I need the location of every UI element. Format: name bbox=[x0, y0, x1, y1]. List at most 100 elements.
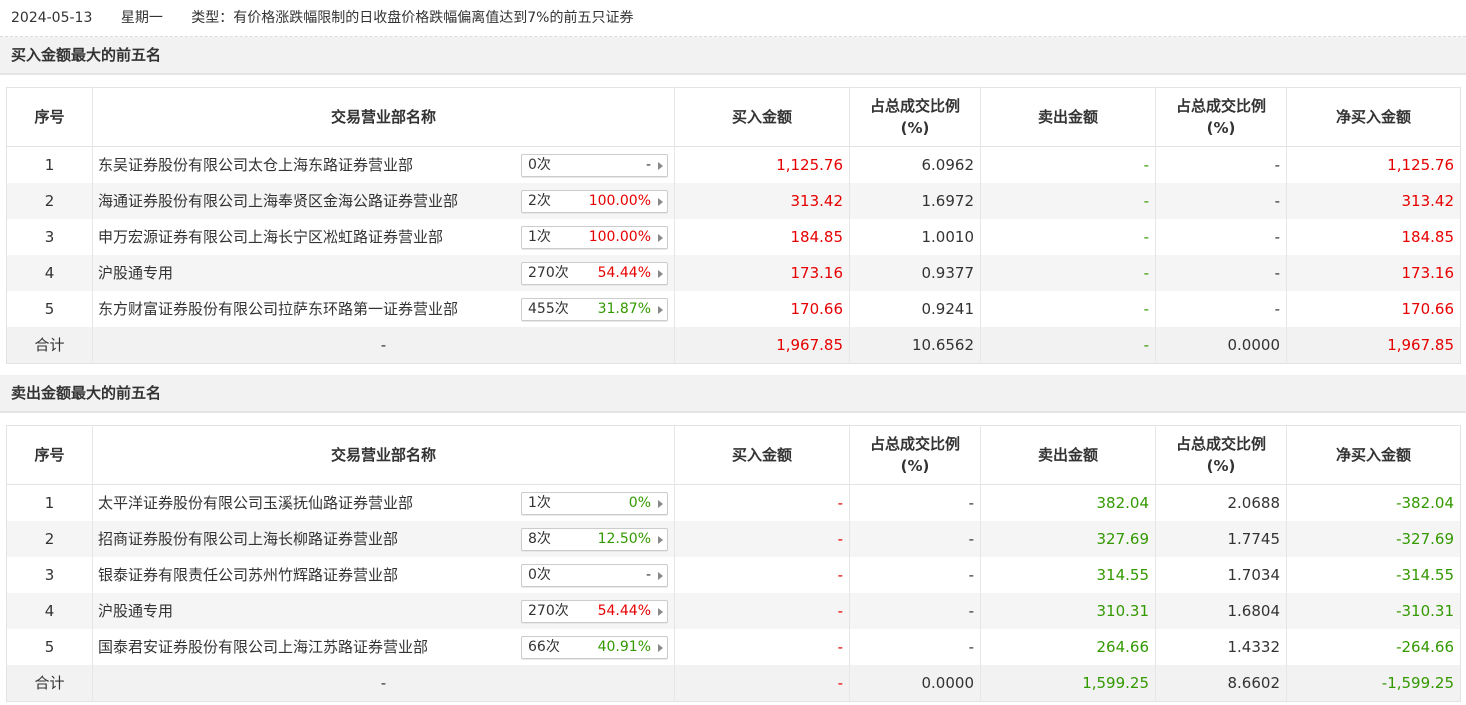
table-row: 4 沪股通专用 270次 54.44% - -310.31 1.6804 -310.31 bbox=[6, 593, 1461, 629]
sell-amount: 310.31 bbox=[980, 593, 1156, 629]
table-header-row: 序号 交易营业部名称 买入金额 占总成交比例 (%) 卖出金额 占总成交比例 (%)… bbox=[6, 425, 1461, 485]
total-buy-ratio: 10.6562 bbox=[849, 327, 981, 363]
listing-count-dropdown[interactable]: 455次 31.87% bbox=[521, 298, 668, 321]
sell-ratio: - bbox=[1155, 183, 1287, 219]
buy-ratio: 0.9377 bbox=[849, 255, 981, 291]
table-row: 5 东方财富证券股份有限公司拉萨东环路第一证券营业部 455次 31.87% 170.6… bbox=[6, 291, 1461, 327]
row-index: 4 bbox=[6, 255, 93, 291]
listing-count-dropdown[interactable]: 8次 12.50% bbox=[521, 528, 668, 551]
total-row: 合计 -1,967.85 10.6562-0.0000 1,967.85 bbox=[6, 327, 1461, 363]
caret-right-icon bbox=[658, 536, 663, 544]
total-name: - bbox=[92, 665, 675, 701]
win-rate: 100.00% bbox=[588, 229, 651, 245]
row-index: 2 bbox=[6, 521, 93, 557]
win-rate: - bbox=[645, 157, 651, 173]
branch-name-link[interactable]: 沪股通专用 bbox=[98, 593, 173, 629]
branch-name-cell: 东吴证券股份有限公司太仓上海东路证券营业部 0次 - bbox=[92, 146, 675, 183]
total-label: 合计 bbox=[6, 665, 93, 701]
branch-name-link[interactable]: 东吴证券股份有限公司太仓上海东路证券营业部 bbox=[98, 147, 413, 183]
col-header-net: 净买入金额 bbox=[1286, 425, 1461, 485]
net-amount: -327.69 bbox=[1396, 530, 1454, 548]
net-amount: -382.04 bbox=[1396, 494, 1454, 512]
branch-name-link[interactable]: 银泰证券有限责任公司苏州竹辉路证券营业部 bbox=[98, 557, 398, 593]
buy-amount: 313.42 bbox=[674, 183, 850, 219]
branch-name-cell: 申万宏源证券有限公司上海长宁区凇虹路证券营业部 1次 100.00% bbox=[92, 219, 675, 255]
sell-ratio: - bbox=[1155, 146, 1287, 183]
report-info-bar: 2024-05-13 星期一 类型：有价格涨跌幅限制的日收盘价格跌幅偏离值达到7… bbox=[0, 0, 1466, 37]
branch-name-link[interactable]: 招商证券股份有限公司上海长柳路证券营业部 bbox=[98, 521, 398, 557]
row-index: 2 bbox=[6, 183, 93, 219]
branch-name-cell: 银泰证券有限责任公司苏州竹辉路证券营业部 0次 - bbox=[92, 557, 675, 593]
col-header-buy: 买入金额 bbox=[674, 425, 850, 485]
buy-ratio: - bbox=[849, 484, 981, 521]
branch-name-link[interactable]: 申万宏源证券有限公司上海长宁区凇虹路证券营业部 bbox=[98, 219, 443, 255]
col-header-sell-ratio: 占总成交比例 (%) bbox=[1155, 425, 1287, 485]
table-header-row: 序号 交易营业部名称 买入金额 占总成交比例 (%) 卖出金额 占总成交比例 (%)… bbox=[6, 87, 1461, 147]
table-row: 3 银泰证券有限责任公司苏州竹辉路证券营业部 0次 - - -314.55 1.7034 -3… bbox=[6, 557, 1461, 593]
buy-amount: - bbox=[674, 484, 850, 521]
sell-ratio: 1.4332 bbox=[1155, 629, 1287, 665]
total-label: 合计 bbox=[6, 327, 93, 363]
branch-name-link[interactable]: 国泰君安证券股份有限公司上海江苏路证券营业部 bbox=[98, 629, 428, 665]
row-index: 4 bbox=[6, 593, 93, 629]
listing-count-dropdown[interactable]: 0次 - bbox=[521, 564, 668, 587]
buy-ratio: 1.6972 bbox=[849, 183, 981, 219]
col-header-sell: 卖出金额 bbox=[980, 87, 1156, 147]
buy-ratio: - bbox=[849, 521, 981, 557]
sell-section-title: 卖出金额最大的前五名 bbox=[0, 375, 1466, 413]
caret-right-icon bbox=[658, 306, 663, 314]
win-rate: 54.44% bbox=[597, 603, 651, 619]
table-row: 1 东吴证券股份有限公司太仓上海东路证券营业部 0次 -1,125.76 6.0962-… bbox=[6, 146, 1461, 183]
listing-count: 66次 bbox=[528, 639, 560, 655]
branch-name-link[interactable]: 东方财富证券股份有限公司拉萨东环路第一证券营业部 bbox=[98, 291, 458, 327]
buy-amount: - bbox=[674, 593, 850, 629]
buy-ratio: - bbox=[849, 593, 981, 629]
net-amount: -264.66 bbox=[1396, 638, 1454, 656]
branch-name-link[interactable]: 沪股通专用 bbox=[98, 255, 173, 291]
sell-ratio: 1.7034 bbox=[1155, 557, 1287, 593]
col-header-sell: 卖出金额 bbox=[980, 425, 1156, 485]
branch-name-cell: 沪股通专用 270次 54.44% bbox=[92, 255, 675, 291]
total-buy: 1,967.85 bbox=[674, 327, 850, 363]
sell-amount: - bbox=[980, 255, 1156, 291]
buy-ratio: - bbox=[849, 629, 981, 665]
listing-count-dropdown[interactable]: 2次 100.00% bbox=[521, 190, 668, 213]
total-buy: - bbox=[674, 665, 850, 701]
listing-count-dropdown[interactable]: 66次 40.91% bbox=[521, 636, 668, 659]
branch-name-cell: 海通证券股份有限公司上海奉贤区金海公路证券营业部 2次 100.00% bbox=[92, 183, 675, 219]
listing-count: 8次 bbox=[528, 531, 551, 547]
total-sell: - bbox=[980, 327, 1156, 363]
listing-count-dropdown[interactable]: 270次 54.44% bbox=[521, 600, 668, 623]
col-header-idx: 序号 bbox=[6, 87, 93, 147]
listing-count: 1次 bbox=[528, 229, 551, 245]
listing-count-dropdown[interactable]: 270次 54.44% bbox=[521, 262, 668, 285]
branch-name-cell: 国泰君安证券股份有限公司上海江苏路证券营业部 66次 40.91% bbox=[92, 629, 675, 665]
listing-count-dropdown[interactable]: 1次 100.00% bbox=[521, 226, 668, 249]
sell-amount: 327.69 bbox=[980, 521, 1156, 557]
win-rate: 31.87% bbox=[597, 301, 651, 317]
buy-amount: - bbox=[674, 557, 850, 593]
total-row: 合计 - -0.0000 1,599.25 8.6602 -1,599.25 bbox=[6, 665, 1461, 701]
listing-count: 0次 bbox=[528, 567, 551, 583]
listing-count: 455次 bbox=[528, 301, 569, 317]
sell-ratio: 2.0688 bbox=[1155, 484, 1287, 521]
table-row: 2 招商证券股份有限公司上海长柳路证券营业部 8次 12.50% - -327.69 1.7… bbox=[6, 521, 1461, 557]
win-rate: - bbox=[645, 567, 651, 583]
net-amount: 313.42 bbox=[1401, 192, 1455, 210]
sell-amount: - bbox=[980, 183, 1156, 219]
caret-right-icon bbox=[658, 500, 663, 508]
caret-right-icon bbox=[658, 162, 663, 170]
branch-name-link[interactable]: 海通证券股份有限公司上海奉贤区金海公路证券营业部 bbox=[98, 183, 458, 219]
buy-table-body: 1 东吴证券股份有限公司太仓上海东路证券营业部 0次 -1,125.76 6.0962-… bbox=[6, 146, 1461, 363]
listing-count-dropdown[interactable]: 0次 - bbox=[521, 154, 668, 177]
row-index: 3 bbox=[6, 557, 93, 593]
buy-amount: 170.66 bbox=[674, 291, 850, 327]
branch-name-link[interactable]: 太平洋证券股份有限公司玉溪抚仙路证券营业部 bbox=[98, 485, 413, 521]
win-rate: 12.50% bbox=[597, 531, 651, 547]
total-sell: 1,599.25 bbox=[980, 665, 1156, 701]
sell-amount: - bbox=[980, 219, 1156, 255]
row-index: 1 bbox=[6, 484, 93, 521]
col-header-net: 净买入金额 bbox=[1286, 87, 1461, 147]
total-name: - bbox=[92, 327, 675, 363]
listing-count-dropdown[interactable]: 1次 0% bbox=[521, 492, 668, 515]
